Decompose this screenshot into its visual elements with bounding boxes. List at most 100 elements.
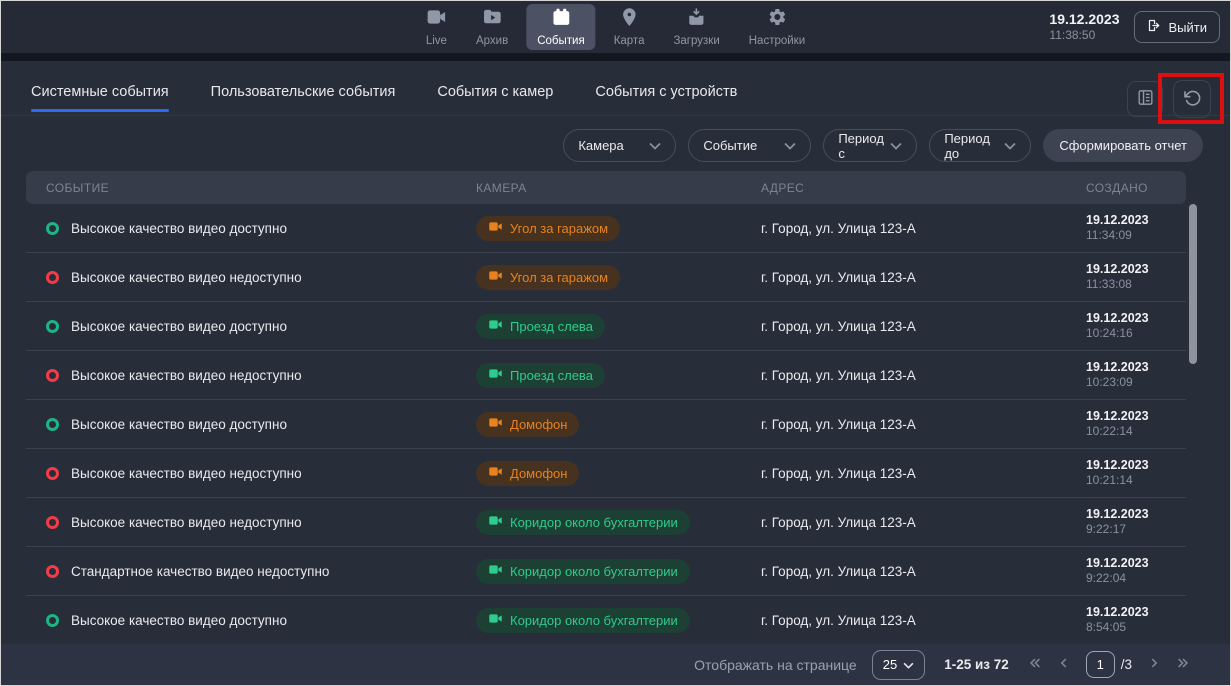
address-text: г. Город, ул. Улица 123-А bbox=[761, 564, 1086, 579]
created-time: 10:22:14 bbox=[1086, 424, 1186, 440]
nav-item-archive[interactable]: Архив bbox=[465, 4, 519, 50]
camera-badge[interactable]: Проезд слева bbox=[476, 314, 605, 339]
video-camera-icon bbox=[488, 317, 503, 335]
period-from-dropdown[interactable]: Период с bbox=[823, 129, 917, 162]
tabs-separator bbox=[1, 115, 1230, 116]
column-header-created: СОЗДАНО bbox=[1086, 181, 1186, 195]
created-time: 9:22:17 bbox=[1086, 522, 1186, 538]
status-ring bbox=[46, 320, 59, 333]
logout-button[interactable]: Выйти bbox=[1134, 11, 1221, 43]
total-pages-text: /3 bbox=[1121, 657, 1132, 672]
first-page-button[interactable] bbox=[1028, 656, 1042, 673]
table-row[interactable]: Высокое качество видео доступно Проезд с… bbox=[26, 302, 1186, 351]
address-text: г. Город, ул. Улица 123-А bbox=[761, 368, 1086, 383]
event-text: Высокое качество видео недоступно bbox=[71, 466, 302, 481]
camera-name: Домофон bbox=[510, 466, 567, 481]
camera-filter-dropdown[interactable]: Камера bbox=[563, 129, 676, 162]
event-text: Высокое качество видео недоступно bbox=[71, 368, 302, 383]
current-time: 11:38:50 bbox=[1049, 28, 1119, 44]
chevron-right-icon bbox=[1147, 656, 1161, 673]
event-filter-dropdown[interactable]: Событие bbox=[688, 129, 811, 162]
double-chevron-left-icon bbox=[1028, 656, 1042, 673]
event-text: Высокое качество видео доступно bbox=[71, 613, 287, 628]
camera-name: Проезд слева bbox=[510, 368, 593, 383]
table-row[interactable]: Высокое качество видео доступно Угол за … bbox=[26, 204, 1186, 253]
status-ring bbox=[46, 222, 59, 235]
tab-system-events[interactable]: Системные события bbox=[31, 83, 169, 112]
camera-name: Коридор около бухгалтерии bbox=[510, 613, 678, 628]
chevron-down-icon bbox=[784, 138, 796, 153]
created-time: 10:24:16 bbox=[1086, 326, 1186, 342]
table-row[interactable]: Высокое качество видео недоступно Домофо… bbox=[26, 449, 1186, 498]
table-header: СОБЫТИЕ КАМЕРА АДРЕС СОЗДАНО bbox=[26, 171, 1186, 204]
camera-badge[interactable]: Коридор около бухгалтерии bbox=[476, 510, 690, 535]
created-date: 19.12.2023 bbox=[1086, 457, 1186, 473]
camera-name: Коридор около бухгалтерии bbox=[510, 515, 678, 530]
period-to-label: Период до bbox=[944, 131, 1004, 161]
events-screen: Live Архив События Карта Загрузки Настро… bbox=[0, 0, 1231, 686]
nav-label: Загрузки bbox=[673, 35, 719, 47]
nav-item-map[interactable]: Карта bbox=[603, 4, 656, 50]
download-box-icon bbox=[687, 7, 707, 32]
page-range-text: 1-25 из 72 bbox=[944, 657, 1009, 672]
video-camera-icon bbox=[488, 611, 503, 629]
next-page-button[interactable] bbox=[1147, 656, 1161, 673]
camera-badge[interactable]: Коридор около бухгалтерии bbox=[476, 608, 690, 633]
per-page-select[interactable]: 25 bbox=[872, 650, 925, 680]
nav-label: Карта bbox=[614, 35, 645, 47]
topbar-divider bbox=[1, 53, 1230, 61]
video-camera-icon bbox=[488, 415, 503, 433]
nav-item-events[interactable]: События bbox=[526, 4, 595, 50]
table-body: Высокое качество видео доступно Угол за … bbox=[26, 204, 1186, 645]
refresh-icon bbox=[1183, 88, 1202, 110]
event-text: Высокое качество видео доступно bbox=[71, 417, 287, 432]
table-row[interactable]: Высокое качество видео доступно Домофон … bbox=[26, 400, 1186, 449]
table-row[interactable]: Высокое качество видео недоступно Угол з… bbox=[26, 253, 1186, 302]
tab-device-events[interactable]: События с устройств bbox=[595, 83, 737, 112]
camera-badge[interactable]: Угол за гаражом bbox=[476, 265, 620, 290]
prev-page-button[interactable] bbox=[1057, 656, 1071, 673]
topbar-right: 19.12.2023 11:38:50 Выйти bbox=[1049, 1, 1220, 53]
status-ring bbox=[46, 369, 59, 382]
tab-camera-events[interactable]: События с камер bbox=[437, 83, 553, 112]
map-pin-icon bbox=[619, 7, 639, 32]
event-text: Стандартное качество видео недоступно bbox=[71, 564, 329, 579]
chevron-down-icon bbox=[1004, 138, 1016, 153]
folder-archive-icon bbox=[482, 7, 502, 32]
camera-badge[interactable]: Домофон bbox=[476, 461, 579, 486]
events-table: СОБЫТИЕ КАМЕРА АДРЕС СОЗДАНО Высокое кач… bbox=[26, 171, 1186, 645]
nav-item-live[interactable]: Live bbox=[415, 4, 458, 50]
report-journal-icon bbox=[1136, 88, 1155, 110]
vertical-scrollbar-thumb[interactable] bbox=[1189, 204, 1197, 364]
refresh-button[interactable] bbox=[1173, 80, 1211, 118]
camera-badge[interactable]: Угол за гаражом bbox=[476, 216, 620, 241]
table-row[interactable]: Стандартное качество видео недоступно Ко… bbox=[26, 547, 1186, 596]
report-journal-button[interactable] bbox=[1127, 81, 1163, 117]
period-to-dropdown[interactable]: Период до bbox=[929, 129, 1031, 162]
current-page-input[interactable]: 1 bbox=[1086, 651, 1115, 678]
created-date: 19.12.2023 bbox=[1086, 261, 1186, 277]
tab-user-events[interactable]: Пользовательские события bbox=[211, 83, 396, 112]
camera-badge[interactable]: Домофон bbox=[476, 412, 579, 437]
table-row[interactable]: Высокое качество видео недоступно Проезд… bbox=[26, 351, 1186, 400]
table-row[interactable]: Высокое качество видео доступно Коридор … bbox=[26, 596, 1186, 645]
nav-item-settings[interactable]: Настройки bbox=[738, 4, 816, 50]
created-time: 9:22:04 bbox=[1086, 571, 1186, 587]
content-area: Системные события Пользовательские событ… bbox=[1, 61, 1230, 685]
camera-badge[interactable]: Коридор около бухгалтерии bbox=[476, 559, 690, 584]
camera-name: Домофон bbox=[510, 417, 567, 432]
table-row[interactable]: Высокое качество видео недоступно Коридо… bbox=[26, 498, 1186, 547]
video-camera-icon bbox=[488, 268, 503, 286]
nav-item-uploads[interactable]: Загрузки bbox=[662, 4, 730, 50]
filter-bar: Камера Событие Период с Период до Сформи… bbox=[563, 129, 1203, 162]
created-date: 19.12.2023 bbox=[1086, 212, 1186, 228]
generate-report-button[interactable]: Сформировать отчет bbox=[1043, 129, 1203, 162]
camera-name: Коридор около бухгалтерии bbox=[510, 564, 678, 579]
camera-filter-label: Камера bbox=[578, 138, 623, 153]
last-page-button[interactable] bbox=[1176, 656, 1190, 673]
event-text: Высокое качество видео недоступно bbox=[71, 515, 302, 530]
column-header-event: СОБЫТИЕ bbox=[46, 181, 476, 195]
camera-name: Проезд слева bbox=[510, 319, 593, 334]
camera-badge[interactable]: Проезд слева bbox=[476, 363, 605, 388]
address-text: г. Город, ул. Улица 123-А bbox=[761, 221, 1086, 236]
